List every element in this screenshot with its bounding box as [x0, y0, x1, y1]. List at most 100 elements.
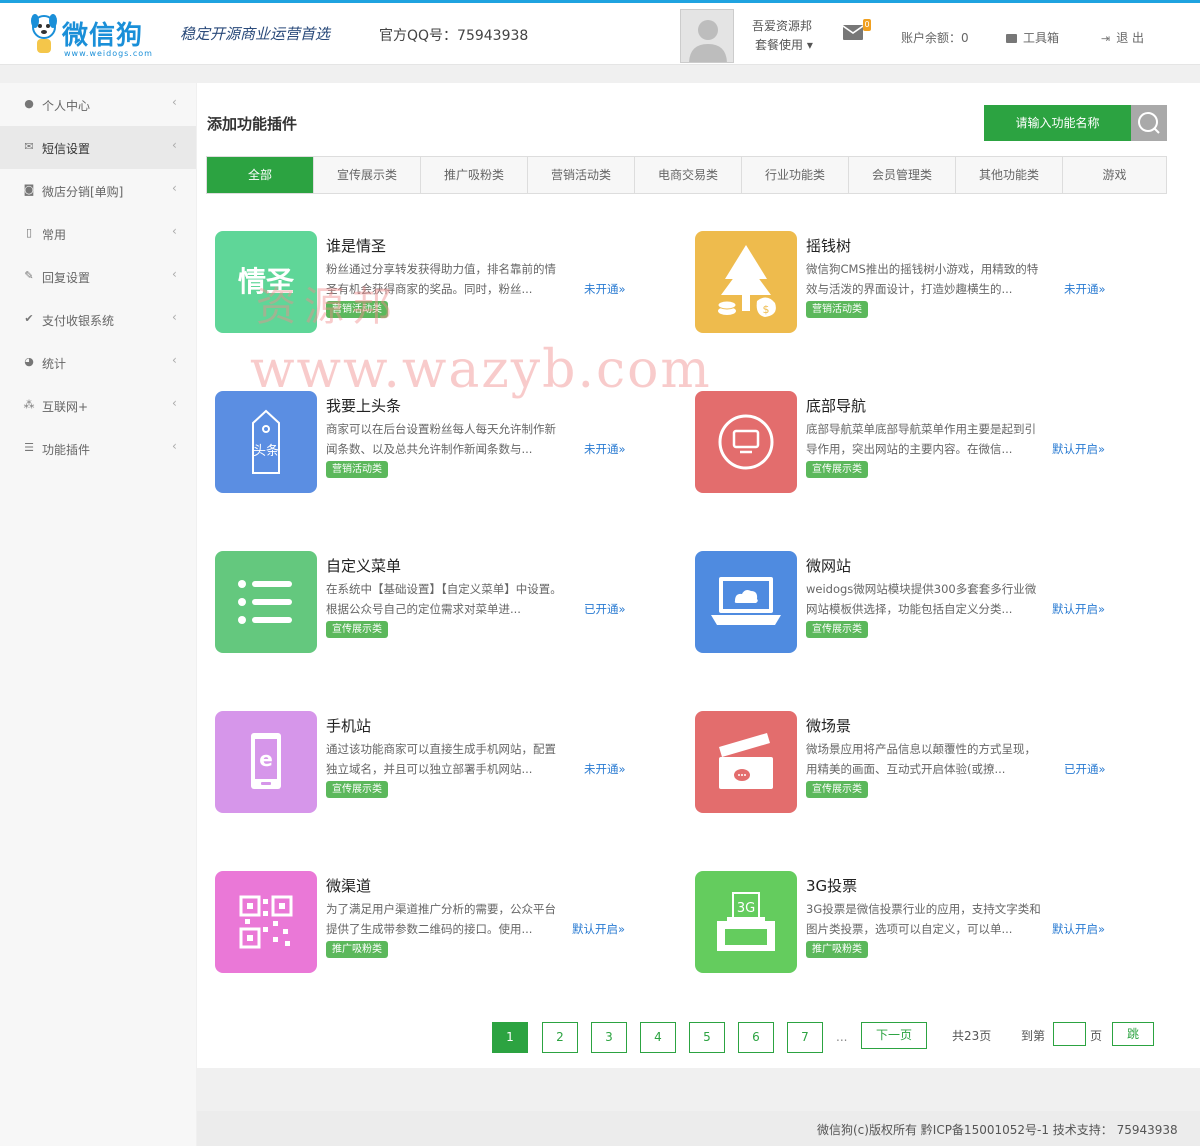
sidebar-item-payment[interactable]: ✔ 支付收银系统 ‹ [0, 298, 196, 341]
plugin-card[interactable]: 微场景 微场景应用将产品信息以颠覆性的方式呈现，用精美的画面、互动式开启体验(或… [695, 711, 1155, 816]
tab-membership[interactable]: 会员管理类 [849, 157, 956, 193]
plugin-description: 通过该功能商家可以直接生成手机网站，配置独立域名，并且可以独立部署手机网站... [326, 742, 556, 776]
plugin-status-link[interactable]: 已开通» [584, 601, 626, 617]
money-tree-icon: $ [717, 245, 776, 317]
plugin-status-link[interactable]: 默认开启» [572, 921, 625, 937]
plugin-status-link[interactable]: 已开通» [1064, 761, 1106, 777]
tab-other[interactable]: 其他功能类 [956, 157, 1063, 193]
chevron-left-icon: ‹ [172, 181, 177, 195]
jump-button[interactable]: 跳 [1112, 1022, 1154, 1046]
page-button-7[interactable]: 7 [787, 1022, 823, 1053]
tab-promotion-display[interactable]: 宣传展示类 [314, 157, 421, 193]
plugin-status-link[interactable]: 未开通» [584, 281, 626, 297]
plugin-category-badge: 宣传展示类 [326, 621, 388, 638]
plugin-thumb [695, 391, 797, 493]
sidebar-item-label: 统计 [42, 357, 67, 371]
plugin-status-link[interactable]: 未开通» [1064, 281, 1106, 297]
plugin-status-link[interactable]: 默认开启» [1052, 601, 1105, 617]
plugin-card[interactable]: e 手机站 通过该功能商家可以直接生成手机网站，配置独立域名，并且可以独立部署手… [215, 711, 675, 816]
next-page-button[interactable]: 下一页 [861, 1022, 927, 1049]
toolbox-label: 工具箱 [1023, 31, 1060, 45]
sidebar-item-common[interactable]: ▯ 常用 ‹ [0, 212, 196, 255]
briefcase-icon [1006, 34, 1017, 43]
plugin-title: 微场景 [806, 717, 852, 735]
plugin-description: 微信狗CMS推出的摇钱树小游戏，用精致的特效与活泼的界面设计，打造妙趣横生的..… [806, 262, 1039, 296]
plugin-thumb: 头条 [215, 391, 317, 493]
page-button-6[interactable]: 6 [738, 1022, 774, 1053]
sidebar-item-personal-center[interactable]: ● 个人中心 ‹ [0, 83, 196, 126]
plugin-card[interactable]: $ 摇钱树 微信狗CMS推出的摇钱树小游戏，用精致的特效与活泼的界面设计，打造妙… [695, 231, 1155, 336]
logout-label: 退 出 [1116, 31, 1145, 45]
plugin-category-badge: 宣传展示类 [326, 781, 388, 798]
plugin-card[interactable]: 微渠道 为了满足用户渠道推广分析的需要，公众平台提供了生成带参数二维码的接口。使… [215, 871, 675, 976]
plugin-thumb [695, 551, 797, 653]
dog-logo-icon [31, 14, 57, 53]
category-tabs: 全部 宣传展示类 推广吸粉类 营销活动类 电商交易类 行业功能类 会员管理类 其… [206, 156, 1167, 194]
plugin-description: weidogs微网站模块提供300多套套多行业微网站模板供选择，功能包括自定义分… [806, 582, 1037, 616]
plugin-description: 底部导航菜单底部导航菜单作用主要是起到引导作用，突出网站的主要内容。在微信... [806, 422, 1036, 456]
tab-marketing[interactable]: 营销活动类 [528, 157, 635, 193]
page-button-3[interactable]: 3 [591, 1022, 627, 1053]
plugin-category-badge: 宣传展示类 [806, 461, 868, 478]
page-button-4[interactable]: 4 [640, 1022, 676, 1053]
chevron-left-icon: ‹ [172, 95, 177, 109]
search-icon [1138, 112, 1160, 134]
logout-link[interactable]: ⇥ 退 出 [1101, 29, 1144, 46]
mail-icon[interactable] [843, 25, 863, 40]
plugin-title: 摇钱树 [806, 237, 852, 255]
plugin-status-link[interactable]: 默认开启» [1052, 921, 1105, 937]
page-button-2[interactable]: 2 [542, 1022, 578, 1053]
search-button[interactable] [1131, 105, 1167, 141]
search-input[interactable]: 请输入功能名称 [984, 105, 1131, 141]
official-qq: 官方QQ号：75943938 [379, 28, 529, 44]
avatar[interactable] [680, 9, 734, 63]
svg-text:头条: 头条 [253, 443, 279, 459]
main-panel: 添加功能插件 请输入功能名称 全部 宣传展示类 推广吸粉类 营销活动类 电商交易… [197, 83, 1200, 1068]
plugin-card[interactable]: 底部导航 底部导航菜单底部导航菜单作用主要是起到引导作用，突出网站的主要内容。在… [695, 391, 1155, 496]
plugin-title: 3G投票 [806, 877, 858, 895]
plugin-card[interactable]: 微网站 weidogs微网站模块提供300多套套多行业微网站模板供选择，功能包括… [695, 551, 1155, 656]
watermark-text: 资源邦 [256, 284, 400, 330]
plugin-title: 谁是情圣 [326, 237, 387, 255]
tab-industry[interactable]: 行业功能类 [742, 157, 849, 193]
envelope-icon: ✉ [24, 140, 34, 153]
page-button-5[interactable]: 5 [689, 1022, 725, 1053]
logo-text: 微信狗 [62, 21, 144, 51]
sidebar-item-internet-plus[interactable]: ⁂ 互联网+ ‹ [0, 384, 196, 427]
plugin-thumb [215, 551, 317, 653]
plugin-category-badge: 推广吸粉类 [326, 941, 388, 958]
plugin-description: 为了满足用户渠道推广分析的需要，公众平台提供了生成带参数二维码的接口。使用... [326, 902, 556, 936]
sidebar-item-micro-store[interactable]: ◙ 微店分销[单购] ‹ [0, 169, 196, 212]
sidebar-item-reply-settings[interactable]: ✎ 回复设置 ‹ [0, 255, 196, 298]
plugin-status-link[interactable]: 未开通» [584, 441, 626, 457]
tab-ecommerce[interactable]: 电商交易类 [635, 157, 742, 193]
sidebar-item-sms-settings[interactable]: ✉ 短信设置 ‹ [0, 126, 196, 169]
plugin-card[interactable]: 自定义菜单 在系统中【基础设置】【自定义菜单】中设置。 根据公众号自己的定位需求… [215, 551, 675, 656]
plugin-thumb [215, 871, 317, 973]
headline-tag-icon: 头条 [252, 409, 280, 474]
plugin-card[interactable]: 头条 我要上头条 商家可以在后台设置粉丝每人每天允许制作新闻条数、以及总共允许制… [215, 391, 675, 496]
plugin-status-link[interactable]: 未开通» [584, 761, 626, 777]
check-circle-icon: ✔ [24, 312, 34, 325]
page-button-1[interactable]: 1 [492, 1022, 528, 1053]
watermark-url: www.wazyb.com [250, 340, 712, 400]
tab-all[interactable]: 全部 [207, 157, 314, 193]
plan-dropdown[interactable]: 套餐使用 ▾ [755, 36, 813, 53]
sidebar-item-label: 互联网+ [42, 400, 89, 414]
page-number-input[interactable] [1053, 1022, 1086, 1046]
list-menu-icon [238, 580, 292, 624]
plugin-status-link[interactable]: 默认开启» [1052, 441, 1105, 457]
username: 吾爱资源邦 [752, 19, 813, 33]
sidebar-item-plugins[interactable]: ☰ 功能插件 ‹ [0, 427, 196, 470]
tab-fan-acquisition[interactable]: 推广吸粉类 [421, 157, 528, 193]
toolbox-link[interactable]: 工具箱 [1006, 29, 1059, 46]
sidebar-item-statistics[interactable]: ◕ 统计 ‹ [0, 341, 196, 384]
plugin-card[interactable]: 3G 3G投票 3G投票是微信投票行业的应用，支持文字类和图片类投票，选项可以自… [695, 871, 1155, 976]
camera-icon: ◙ [23, 183, 35, 196]
plugin-category-badge: 营销活动类 [326, 461, 388, 478]
plugin-title: 底部导航 [806, 397, 867, 415]
tab-games[interactable]: 游戏 [1063, 157, 1166, 193]
logo[interactable]: 微信狗 www.weidogs.com [28, 11, 163, 59]
logo-subtext: www.weidogs.com [64, 49, 153, 58]
mail-badge: 0 [863, 19, 871, 31]
